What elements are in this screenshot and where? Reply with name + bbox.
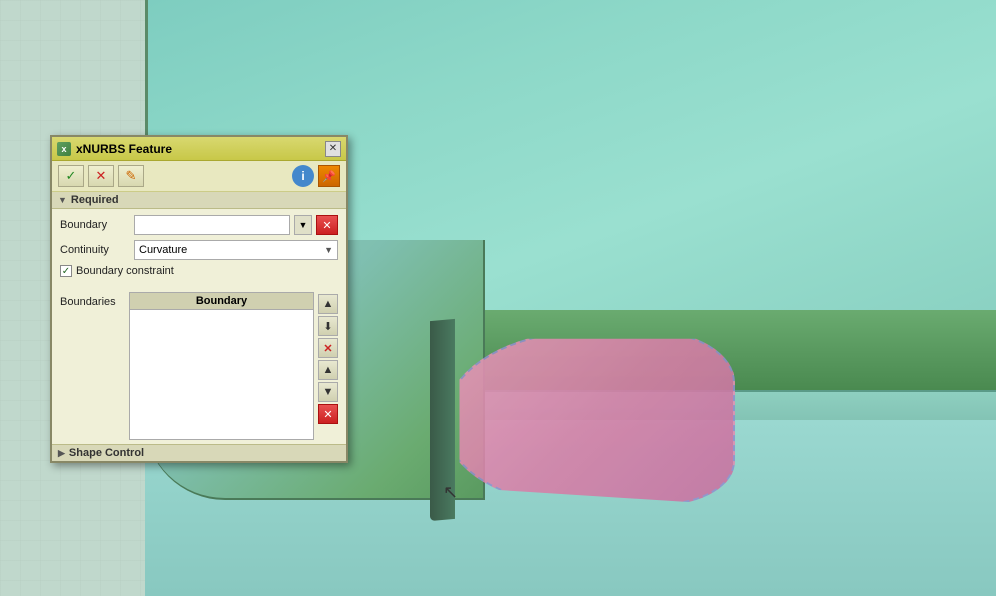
continuity-row: Continuity Curvature ▼ — [60, 240, 338, 260]
dialog-toolbar: ✓ ✕ ✎ i 📌 — [52, 161, 346, 192]
required-label: Required — [71, 194, 119, 206]
required-triangle: ▼ — [58, 195, 67, 205]
boundary-row: Boundary ▼ ✕ — [60, 215, 338, 235]
continuity-arrow: ▼ — [324, 245, 333, 255]
shape-control-section[interactable]: ▶ Shape Control — [52, 444, 346, 461]
boundary-input[interactable] — [134, 215, 290, 235]
pin-button[interactable]: 📌 — [318, 165, 340, 187]
continuity-label: Continuity — [60, 244, 130, 256]
boundary-delete-button[interactable]: ✕ — [316, 215, 338, 235]
boundary-move-down-button[interactable]: ▼ — [318, 382, 338, 402]
boundaries-area: Boundaries Boundary ▲ ⬇ ✕ ▲ ▼ ✕ — [52, 288, 346, 444]
boundary-action-button[interactable]: ✕ — [318, 404, 338, 424]
continuity-select[interactable]: Curvature ▼ — [134, 240, 338, 260]
boundary-constraint-row: ✓ Boundary constraint — [60, 265, 338, 277]
boundary-move-up-button[interactable]: ▲ — [318, 360, 338, 380]
boundaries-table-body — [129, 310, 314, 440]
dialog-title: xNURBS Feature — [76, 142, 172, 156]
dialog-app-icon: x — [57, 142, 71, 156]
edit-button[interactable]: ✎ — [118, 165, 144, 187]
form-area: Boundary ▼ ✕ Continuity Curvature ▼ ✓ Bo… — [52, 209, 346, 288]
boundary-label: Boundary — [60, 219, 130, 231]
pink-highlight — [445, 330, 735, 505]
shape-dark-corner — [430, 319, 455, 521]
boundaries-table-header: Boundary — [129, 292, 314, 310]
boundaries-table-wrap: Boundary — [129, 292, 314, 440]
dialog-title-left: x xNURBS Feature — [57, 142, 172, 156]
boundary-up-button[interactable]: ▲ — [318, 294, 338, 314]
dialog-close-button[interactable]: ✕ — [325, 141, 341, 157]
dialog-titlebar: x xNURBS Feature ✕ — [52, 137, 346, 161]
required-section-header[interactable]: ▼ Required — [52, 192, 346, 209]
info-button[interactable]: i — [292, 165, 314, 187]
xnurbs-dialog: x xNURBS Feature ✕ ✓ ✕ ✎ i 📌 ▼ Required … — [50, 135, 348, 463]
boundary-constraint-checkbox[interactable]: ✓ — [60, 265, 72, 277]
boundary-delete-x-button[interactable]: ✕ — [318, 338, 338, 358]
boundary-constraint-label: Boundary constraint — [76, 265, 174, 277]
dialog-icon-symbol: x — [61, 144, 66, 154]
boundaries-label: Boundaries — [60, 292, 125, 440]
boundaries-controls: ▲ ⬇ ✕ ▲ ▼ ✕ — [318, 292, 338, 440]
continuity-value: Curvature — [139, 244, 187, 256]
shape-control-label: Shape Control — [69, 447, 144, 459]
shape-control-triangle: ▶ — [58, 448, 65, 459]
boundary-download-button[interactable]: ⬇ — [318, 316, 338, 336]
cancel-button[interactable]: ✕ — [88, 165, 114, 187]
boundary-dropdown-button[interactable]: ▼ — [294, 215, 312, 235]
confirm-button[interactable]: ✓ — [58, 165, 84, 187]
